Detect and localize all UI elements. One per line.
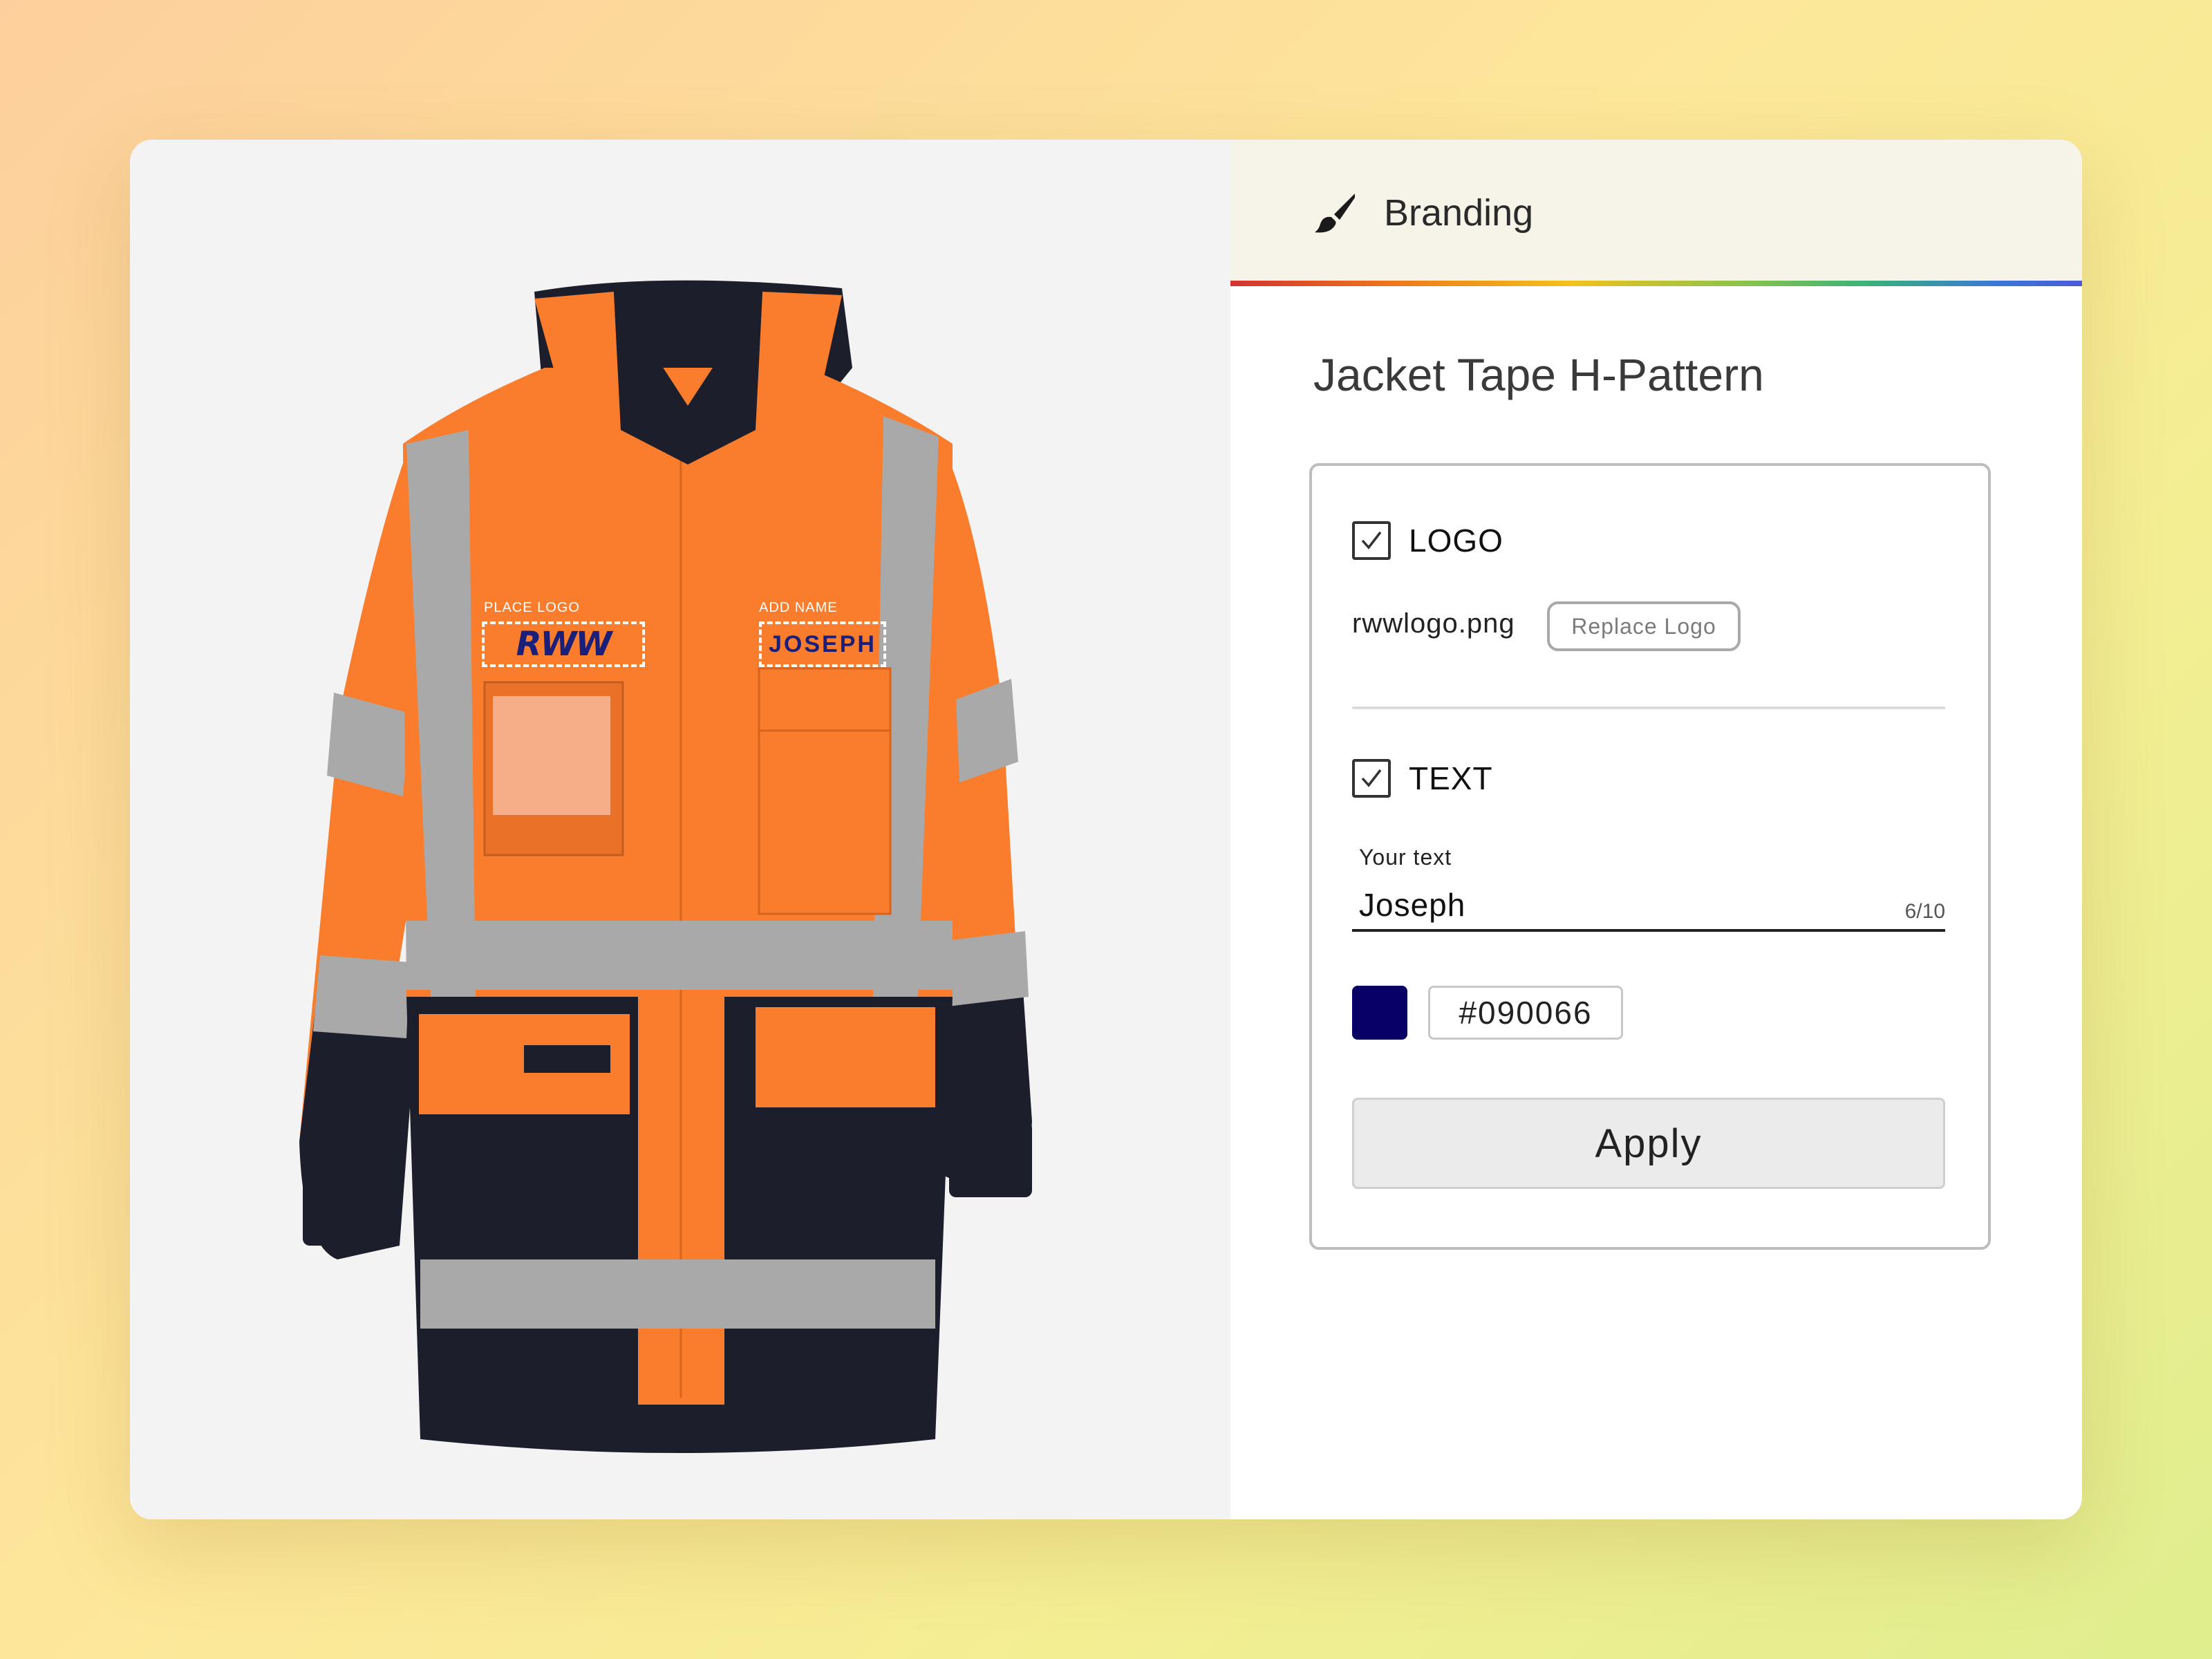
- section-divider: [1352, 706, 1945, 709]
- color-hex-input[interactable]: [1428, 986, 1623, 1040]
- logo-option-label: LOGO: [1409, 523, 1503, 559]
- checkmark-icon: [1361, 531, 1382, 550]
- panel-title: Branding: [1384, 192, 1534, 234]
- text-color-swatch[interactable]: [1352, 986, 1407, 1040]
- name-zone-label: ADD NAME: [759, 600, 838, 615]
- branding-options: LOGO rwwlogo.png Replace Logo TEXT Your …: [1309, 463, 1991, 1250]
- your-text-label: Your text: [1359, 845, 1452, 870]
- logo-preview: RWW: [516, 625, 612, 664]
- text-option-label: TEXT: [1409, 760, 1493, 796]
- panel-header: Branding: [1230, 140, 2082, 286]
- branding-panel: Branding Jacket Tape H-Pattern LOGO rwwl…: [1230, 140, 2082, 1519]
- product-preview: PLACE LOGO RWW ADD NAME JOSEPH: [130, 140, 1230, 1519]
- text-option[interactable]: TEXT: [1352, 759, 1493, 798]
- logo-placement-box[interactable]: RWW: [482, 621, 645, 667]
- name-placement-box[interactable]: JOSEPH: [759, 621, 886, 667]
- replace-logo-button[interactable]: Replace Logo: [1547, 601, 1741, 651]
- product-title: Jacket Tape H-Pattern: [1313, 349, 1764, 400]
- logo-option[interactable]: LOGO: [1352, 521, 1503, 560]
- name-preview: JOSEPH: [769, 630, 877, 657]
- your-text-input[interactable]: [1352, 881, 1945, 932]
- character-count: 6/10: [1904, 900, 1945, 923]
- customizer-card: PLACE LOGO RWW ADD NAME JOSEPH Branding …: [130, 140, 2082, 1519]
- jacket-image: [299, 280, 1032, 1453]
- logo-checkbox[interactable]: [1352, 521, 1391, 560]
- logo-file-name: rwwlogo.png: [1352, 608, 1515, 639]
- checkmark-icon: [1361, 769, 1382, 787]
- logo-zone-label: PLACE LOGO: [484, 600, 580, 615]
- brush-icon: [1315, 194, 1355, 233]
- apply-button[interactable]: Apply: [1352, 1098, 1945, 1189]
- text-checkbox[interactable]: [1352, 759, 1391, 798]
